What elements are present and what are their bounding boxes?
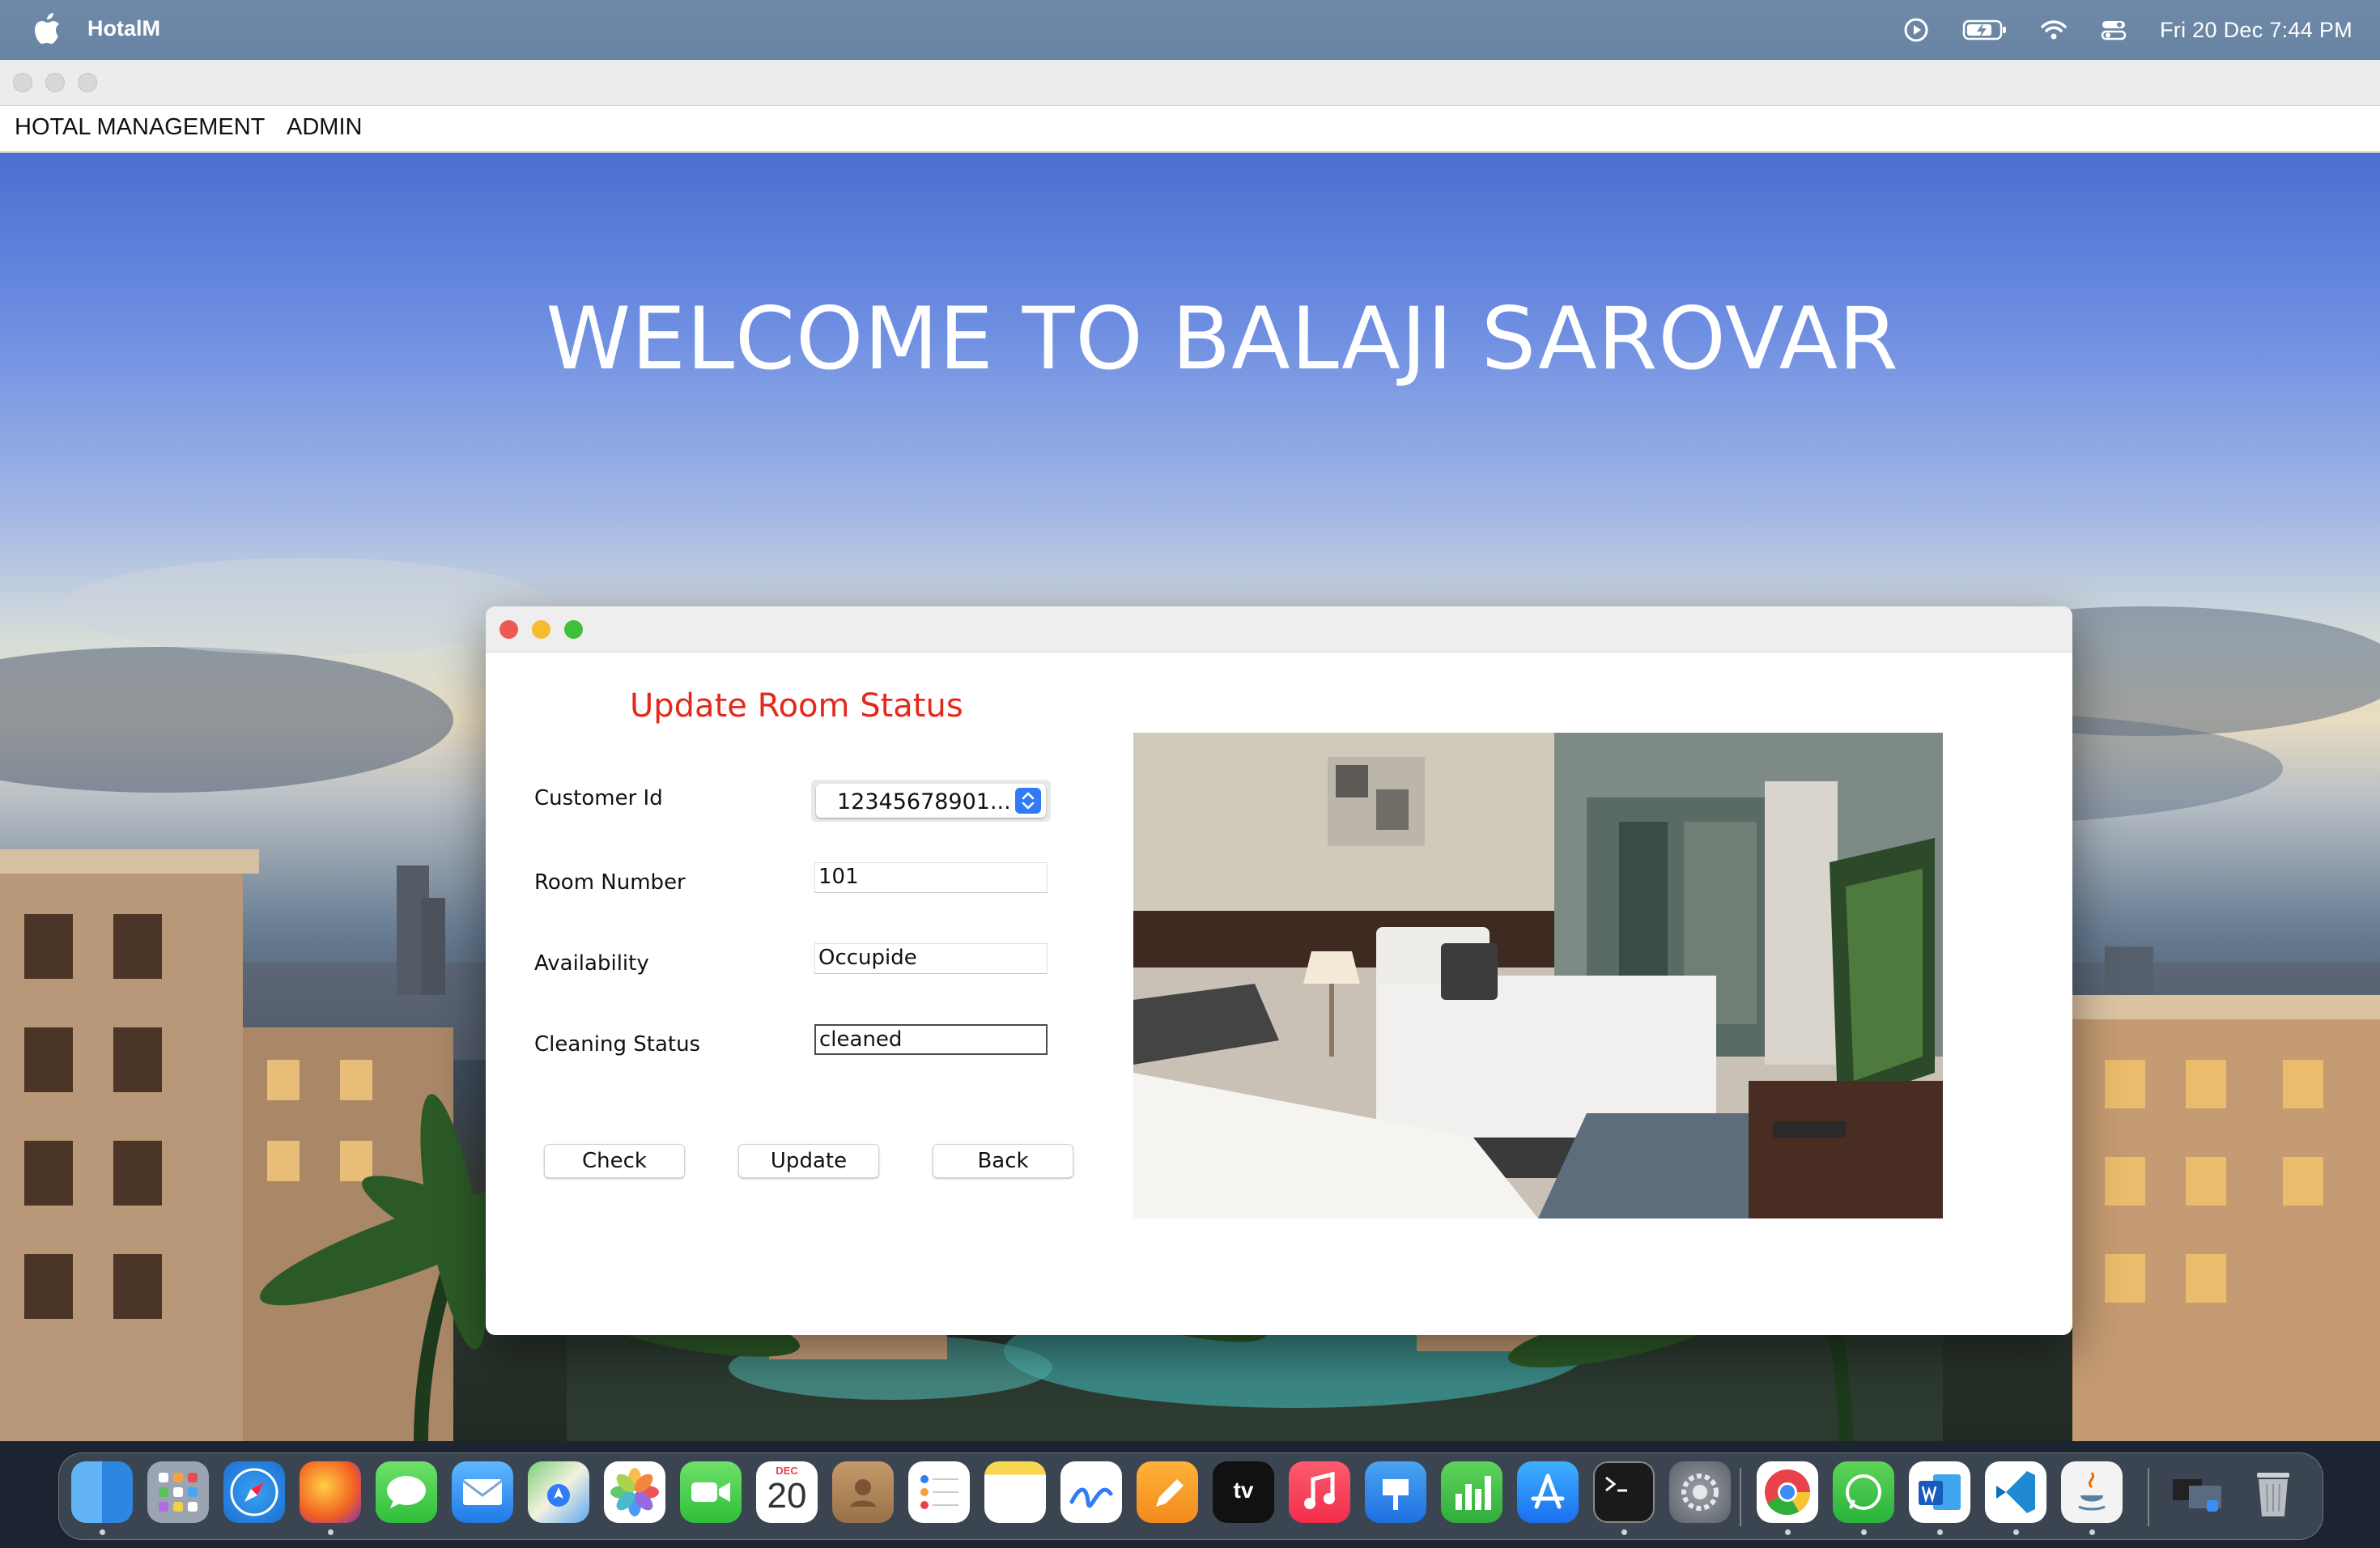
room-number-label: Room Number — [534, 870, 686, 895]
calendar-month: DEC — [776, 1465, 798, 1477]
downloads-stack-icon[interactable] — [2166, 1461, 2228, 1523]
apple-icon[interactable] — [32, 11, 62, 47]
contacts-icon[interactable] — [832, 1461, 894, 1523]
apple-tv-label: tv — [1233, 1478, 1254, 1503]
maps-icon[interactable] — [528, 1461, 589, 1523]
status-area: Fri 20 Dec 7:44 PM — [1902, 0, 2352, 60]
back-button[interactable]: Back — [933, 1144, 1073, 1178]
reminders-icon[interactable] — [908, 1461, 970, 1523]
system-settings-icon[interactable] — [1669, 1461, 1731, 1523]
vscode-icon[interactable] — [1985, 1461, 2046, 1523]
finder-icon[interactable] — [71, 1461, 133, 1523]
cleaning-status-label: Cleaning Status — [534, 1032, 701, 1057]
battery-icon[interactable] — [1962, 18, 2008, 42]
vscode-running-indicator — [2013, 1529, 2019, 1535]
customer-id-selected-value: 12345678901... — [837, 789, 1011, 814]
terminal-icon[interactable] — [1593, 1461, 1655, 1523]
control-center-icon[interactable] — [2100, 16, 2127, 44]
wifi-icon[interactable] — [2040, 16, 2068, 44]
dock-separator-2 — [2148, 1468, 2149, 1526]
dock-separator — [1740, 1468, 1741, 1526]
menu-admin[interactable]: ADMIN — [283, 114, 365, 141]
main-app-window: HOTAL MANAGEMENT ADMIN WELCOME TO BALAJI… — [0, 60, 2380, 1441]
dialog-minimize-icon[interactable] — [532, 620, 550, 639]
apple-tv-icon[interactable]: tv — [1213, 1461, 1274, 1523]
mail-icon[interactable] — [452, 1461, 513, 1523]
hotel-background-image: WELCOME TO BALAJI SAROVAR Update Room St… — [0, 153, 2380, 1441]
customer-id-label: Customer Id — [534, 786, 663, 810]
active-app-name[interactable]: HotalM — [87, 16, 160, 41]
window-titlebar[interactable] — [0, 60, 2380, 106]
calendar-day: 20 — [767, 1476, 807, 1516]
finder-running-indicator — [100, 1529, 105, 1535]
app-store-icon[interactable] — [1517, 1461, 1579, 1523]
freeform-icon[interactable] — [1060, 1461, 1122, 1523]
menu-hotal-management[interactable]: HOTAL MANAGEMENT — [11, 114, 268, 141]
calendar-icon[interactable]: DEC 20 — [756, 1461, 818, 1523]
dialog-heading: Update Room Status — [630, 687, 963, 725]
facetime-icon[interactable] — [680, 1461, 742, 1523]
minimize-window-icon[interactable] — [45, 73, 65, 92]
dock: DEC 20 tv — [58, 1452, 2323, 1540]
room-number-field[interactable]: 101 — [814, 862, 1048, 893]
dialog-titlebar[interactable] — [486, 606, 2072, 653]
availability-field[interactable]: Occupide — [814, 943, 1048, 974]
whatsapp-running-indicator — [1861, 1529, 1867, 1535]
messages-icon[interactable] — [376, 1461, 437, 1523]
java-running-indicator — [2089, 1529, 2095, 1535]
music-icon[interactable] — [1289, 1461, 1350, 1523]
zoom-window-icon[interactable] — [78, 73, 97, 92]
availability-label: Availability — [534, 951, 649, 976]
screen-record-icon[interactable] — [1902, 16, 1930, 44]
trash-icon[interactable] — [2242, 1461, 2304, 1523]
close-window-icon[interactable] — [13, 73, 32, 92]
update-button[interactable]: Update — [738, 1144, 879, 1178]
updown-chevron-icon[interactable] — [1015, 788, 1041, 814]
safari-icon[interactable] — [223, 1461, 285, 1523]
keynote-icon[interactable] — [1365, 1461, 1426, 1523]
firefox-running-indicator — [328, 1529, 334, 1535]
launchpad-icon[interactable] — [147, 1461, 209, 1523]
photos-icon[interactable] — [604, 1461, 665, 1523]
cleaning-status-field[interactable]: cleaned — [814, 1024, 1048, 1055]
word-icon[interactable] — [1909, 1461, 1970, 1523]
menubar-clock[interactable]: Fri 20 Dec 7:44 PM — [2160, 18, 2352, 43]
chrome-running-indicator — [1785, 1529, 1791, 1535]
dialog-close-icon[interactable] — [499, 620, 518, 639]
notes-icon[interactable] — [984, 1461, 1046, 1523]
system-menubar: HotalM Fri 20 Dec 7:44 PM — [0, 0, 2380, 60]
java-icon[interactable] — [2061, 1461, 2123, 1523]
app-menu-bar: HOTAL MANAGEMENT ADMIN — [0, 106, 2380, 153]
hotel-room-image — [1133, 733, 1943, 1218]
word-running-indicator — [1937, 1529, 1943, 1535]
customer-id-select-box[interactable]: 12345678901... — [816, 784, 1046, 818]
welcome-title: WELCOME TO BALAJI SAROVAR — [546, 289, 1899, 389]
terminal-running-indicator — [1621, 1529, 1627, 1535]
dialog-zoom-icon[interactable] — [564, 620, 583, 639]
firefox-icon[interactable] — [300, 1461, 361, 1523]
chrome-icon[interactable] — [1757, 1461, 1818, 1523]
pages-icon[interactable] — [1137, 1461, 1198, 1523]
numbers-icon[interactable] — [1441, 1461, 1502, 1523]
check-button[interactable]: Check — [544, 1144, 685, 1178]
customer-id-select[interactable]: 12345678901... — [811, 780, 1051, 822]
whatsapp-icon[interactable] — [1833, 1461, 1894, 1523]
update-room-status-dialog: Update Room Status Customer Id 123456789… — [486, 606, 2072, 1335]
